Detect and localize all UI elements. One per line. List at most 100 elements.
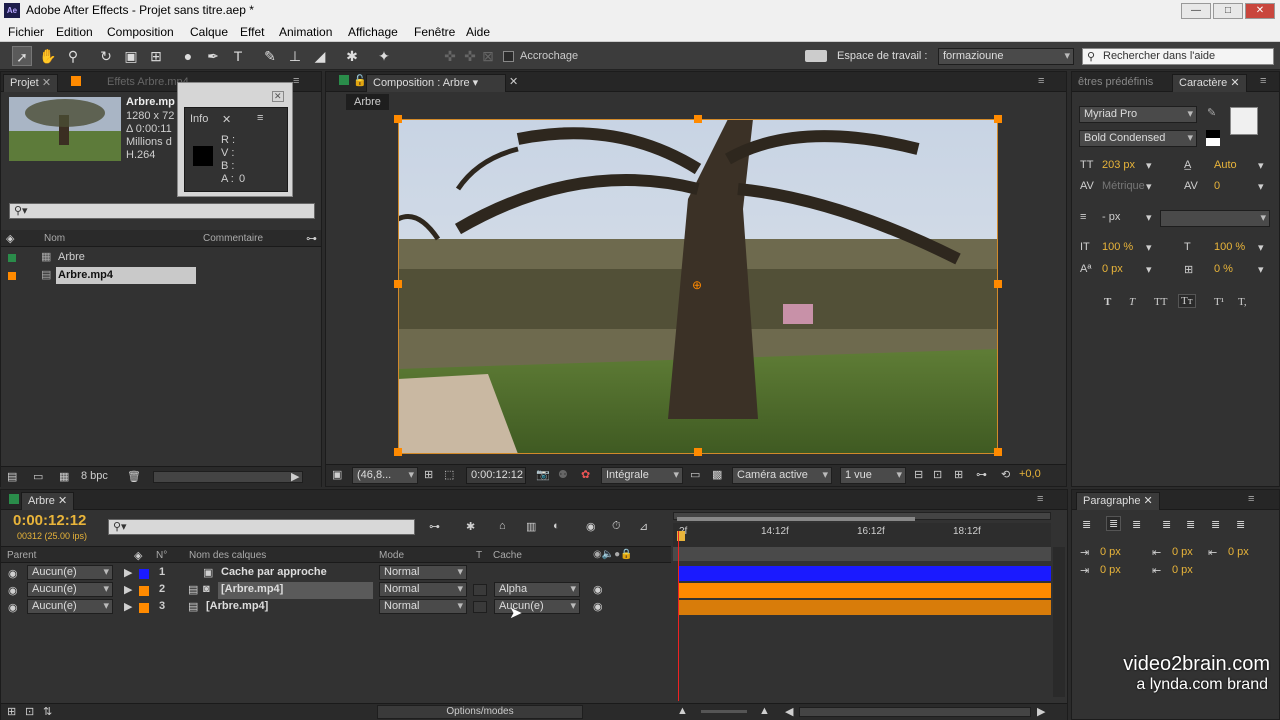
mask-visibility-icon[interactable]: ⬚ — [444, 468, 454, 481]
eye-icon[interactable]: ◉ — [8, 567, 18, 580]
scroll-left-icon[interactable]: ◀ — [785, 705, 793, 718]
puppet-tool-icon[interactable]: ✦ — [374, 46, 394, 66]
kerning-value[interactable]: Métrique — [1102, 180, 1145, 192]
timeline-icon[interactable]: ⊞ — [954, 468, 963, 481]
project-item-comp[interactable]: ▦ Arbre — [1, 249, 321, 266]
faux-bold-button[interactable]: T — [1104, 296, 1111, 308]
layer-name[interactable]: [Arbre.mp4] — [206, 600, 268, 612]
indent-right-value[interactable]: 0 px — [1228, 546, 1249, 558]
blend-mode-dropdown[interactable]: Normal — [379, 582, 467, 597]
stroke-type-dropdown[interactable] — [1160, 210, 1270, 227]
panel-menu-icon[interactable]: ≡ — [1260, 75, 1266, 87]
pen-tool-icon[interactable]: ✒ — [203, 46, 223, 66]
transform-handle[interactable] — [694, 115, 702, 123]
panel-menu-icon[interactable]: ≡ — [293, 75, 299, 87]
toggle-pixel-aspect-icon[interactable]: ⊟ — [914, 468, 923, 481]
clone-tool-icon[interactable]: ⊥ — [285, 46, 305, 66]
work-area-range[interactable] — [677, 517, 915, 521]
snapshot-icon[interactable]: 📷 — [536, 468, 550, 481]
track-matte-dropdown[interactable]: Alpha — [494, 582, 580, 597]
roto-brush-tool-icon[interactable]: ✱ — [342, 46, 362, 66]
scroll-right-icon[interactable]: ▶ — [1037, 705, 1045, 718]
close-button[interactable]: ✕ — [1245, 3, 1275, 19]
font-style-dropdown[interactable]: Bold Condensed — [1079, 130, 1197, 147]
vertical-scrollbar[interactable] — [1053, 547, 1065, 697]
menu-composition[interactable]: Composition — [107, 25, 174, 39]
axis-world-icon[interactable]: ✜ — [460, 46, 480, 66]
transform-handle[interactable] — [394, 280, 402, 288]
parent-dropdown[interactable]: Aucun(e) — [27, 565, 113, 580]
leading-value[interactable]: Auto — [1214, 159, 1237, 171]
hide-shy-icon[interactable]: ⌂ — [499, 520, 506, 532]
layer-row[interactable]: ◉ Aucun(e) ▶ 2 ▤ ◙ [Arbre.mp4] Normal Al… — [1, 582, 671, 599]
tab-presets[interactable]: êtres prédéfinis — [1072, 74, 1159, 92]
timeline-search-input[interactable]: ⚲▾ — [108, 519, 415, 535]
align-left-icon[interactable]: ≣ — [1082, 518, 1091, 531]
frame-blending-icon[interactable]: ▥ — [526, 520, 536, 533]
zoom-tool-icon[interactable]: ⚲ — [63, 46, 83, 66]
subscript-button[interactable]: T, — [1238, 296, 1247, 308]
superscript-button[interactable]: T¹ — [1214, 296, 1224, 308]
toggle-stretch-icon[interactable]: ⇅ — [43, 705, 52, 718]
pan-behind-tool-icon[interactable]: ⊞ — [146, 46, 166, 66]
menu-animation[interactable]: Animation — [279, 25, 332, 39]
project-item-footage[interactable]: ▤ Arbre.mp4 — [1, 267, 321, 284]
zoom-in-icon[interactable]: ▲ — [759, 705, 770, 717]
reset-exposure-icon[interactable]: ⟲ — [1001, 468, 1010, 481]
comp-breadcrumb[interactable]: Arbre — [346, 94, 389, 110]
close-icon[interactable]: ✕ — [272, 91, 284, 102]
track-matte-dropdown[interactable]: Aucun(e) — [494, 599, 580, 614]
options-modes-button[interactable]: Options/modes — [377, 705, 583, 719]
transparency-grid-icon[interactable]: ▩ — [712, 468, 722, 481]
preserve-transparency-checkbox[interactable] — [473, 584, 487, 596]
bpc-label[interactable]: 8 bpc — [81, 470, 108, 482]
zoom-slider[interactable] — [701, 710, 747, 713]
stroke-width-value[interactable]: - px — [1102, 211, 1120, 223]
eyedropper-icon[interactable]: ✎ — [1207, 106, 1216, 119]
justify-center-icon[interactable]: ≣ — [1186, 518, 1195, 531]
all-caps-button[interactable]: TT — [1154, 296, 1167, 308]
menu-fichier[interactable]: Fichier — [8, 25, 44, 39]
panel-menu-icon[interactable]: ≡ — [257, 112, 263, 124]
panel-menu-icon[interactable]: ≡ — [1037, 493, 1043, 505]
current-timecode[interactable]: 0:00:12:12 — [13, 512, 86, 529]
small-caps-button[interactable]: Tт — [1178, 294, 1196, 308]
eraser-tool-icon[interactable]: ◢ — [310, 46, 330, 66]
space-after-value[interactable]: 0 px — [1172, 564, 1193, 576]
minimize-button[interactable]: — — [1181, 3, 1211, 19]
layer-name[interactable]: Cache par approche — [221, 566, 327, 578]
horizontal-scale-value[interactable]: 100 % — [1214, 241, 1245, 253]
project-search-input[interactable]: ⚲▾ — [9, 203, 315, 219]
transform-handle[interactable] — [394, 115, 402, 123]
maximize-button[interactable]: □ — [1213, 3, 1243, 19]
close-icon[interactable]: ✕ — [509, 75, 518, 88]
white-swatch[interactable] — [1206, 138, 1220, 146]
lock-icon[interactable]: 🔓 — [353, 74, 367, 87]
layer-bar-2[interactable] — [679, 583, 1051, 598]
shape-tool-icon[interactable]: ● — [178, 46, 198, 66]
new-folder-icon[interactable]: ▭ — [33, 470, 43, 483]
transform-handle[interactable] — [994, 280, 1002, 288]
views-dropdown[interactable]: 1 vue — [840, 467, 906, 484]
hand-tool-icon[interactable]: ✋ — [38, 46, 58, 66]
interpret-footage-icon[interactable]: ▤ — [7, 470, 17, 483]
toggle-switches-icon[interactable]: ⊞ — [7, 705, 16, 718]
channel-icon[interactable]: ✿ — [581, 468, 590, 481]
show-snapshot-icon[interactable]: ⚉ — [558, 468, 568, 481]
font-family-dropdown[interactable]: Myriad Pro — [1079, 106, 1197, 123]
menu-effet[interactable]: Effet — [240, 25, 264, 39]
flowchart-icon[interactable]: ⊶ — [976, 468, 987, 481]
auto-keyframe-icon[interactable]: ⏱ — [612, 520, 621, 533]
layer-name[interactable]: [Arbre.mp4] — [221, 583, 283, 595]
type-tool-icon[interactable]: T — [228, 46, 248, 66]
close-icon[interactable]: ✕ — [222, 113, 231, 126]
workspace-dropdown[interactable]: formazioune — [938, 48, 1074, 65]
parent-dropdown[interactable]: Aucun(e) — [27, 582, 113, 597]
tab-character[interactable]: Caractère ✕ — [1172, 74, 1247, 92]
toggle-modes-icon[interactable]: ⊡ — [25, 705, 34, 718]
anchor-point-icon[interactable]: ⊕ — [692, 278, 702, 292]
faux-italic-button[interactable]: T — [1129, 296, 1135, 308]
baseline-shift-value[interactable]: 0 px — [1102, 263, 1123, 275]
layer-row[interactable]: ◉ Aucun(e) ▶ 3 ▤ [Arbre.mp4] Normal Aucu… — [1, 599, 671, 616]
camera-tool-icon[interactable]: ▣ — [121, 46, 141, 66]
